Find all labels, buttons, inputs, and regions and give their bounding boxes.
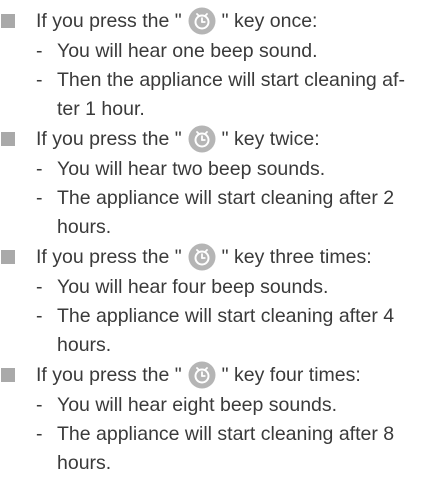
list-item: - Then the appliance will start cleaning… [0, 66, 435, 124]
item-text: You will hear four beep sounds. [57, 276, 329, 298]
heading-text-before: If you press the " [36, 10, 182, 32]
heading-text-before: If you press the " [36, 128, 182, 150]
item-text: You will hear one beep sound. [57, 40, 318, 62]
timer-clock-icon [188, 125, 216, 153]
section-once: If you press the " " key once: - You wil… [0, 6, 435, 124]
dash-marker: - [36, 305, 43, 327]
dash-marker: - [36, 158, 43, 180]
dash-marker: - [36, 276, 43, 298]
dash-marker: - [36, 40, 43, 62]
item-text: You will hear eight beep sounds. [57, 394, 338, 416]
section-heading: If you press the " " key three times: [0, 242, 435, 273]
heading-text-before: If you press the " [36, 246, 182, 268]
list-item: - The appliance will start cleaning afte… [0, 184, 435, 242]
section-four-times: If you press the " " key four times: - Y… [0, 360, 435, 478]
heading-text-after: " key three times: [221, 246, 372, 268]
square-bullet [1, 132, 15, 146]
heading-text-after: " key four times: [221, 364, 361, 386]
timer-clock-icon [188, 243, 216, 271]
item-text: You will hear two beep sounds. [57, 158, 326, 180]
list-item: - You will hear eight beep sounds. [0, 391, 435, 420]
list-item: - The appliance will start cleaning afte… [0, 420, 435, 478]
section-heading: If you press the " " key twice: [0, 124, 435, 155]
list-item: - You will hear two beep sounds. [0, 155, 435, 184]
heading-text-after: " key twice: [221, 128, 320, 150]
section-three-times: If you press the " " key three times: - … [0, 242, 435, 360]
list-item: - You will hear one beep sound. [0, 37, 435, 66]
item-text: The appliance will start cleaning after … [57, 423, 395, 474]
dash-marker: - [36, 394, 43, 416]
dash-marker: - [36, 187, 43, 209]
heading-text-after: " key once: [221, 10, 318, 32]
heading-text-before: If you press the " [36, 364, 182, 386]
instruction-list: If you press the " " key once: - You wil… [0, 0, 435, 478]
item-text: The appliance will start cleaning after … [57, 305, 395, 356]
item-text: The appliance will start cleaning after … [57, 187, 395, 238]
dash-marker: - [36, 423, 43, 445]
section-heading: If you press the " " key once: [0, 6, 435, 37]
square-bullet [1, 368, 15, 382]
square-bullet [1, 14, 15, 28]
square-bullet [1, 250, 15, 264]
timer-clock-icon [188, 361, 216, 389]
dash-marker: - [36, 69, 43, 91]
timer-clock-icon [188, 7, 216, 35]
section-twice: If you press the " " key twice: - You wi… [0, 124, 435, 242]
list-item: - The appliance will start cleaning afte… [0, 302, 435, 360]
list-item: - You will hear four beep sounds. [0, 273, 435, 302]
section-heading: If you press the " " key four times: [0, 360, 435, 391]
item-text: Then the appliance will start cleaning a… [57, 69, 405, 120]
